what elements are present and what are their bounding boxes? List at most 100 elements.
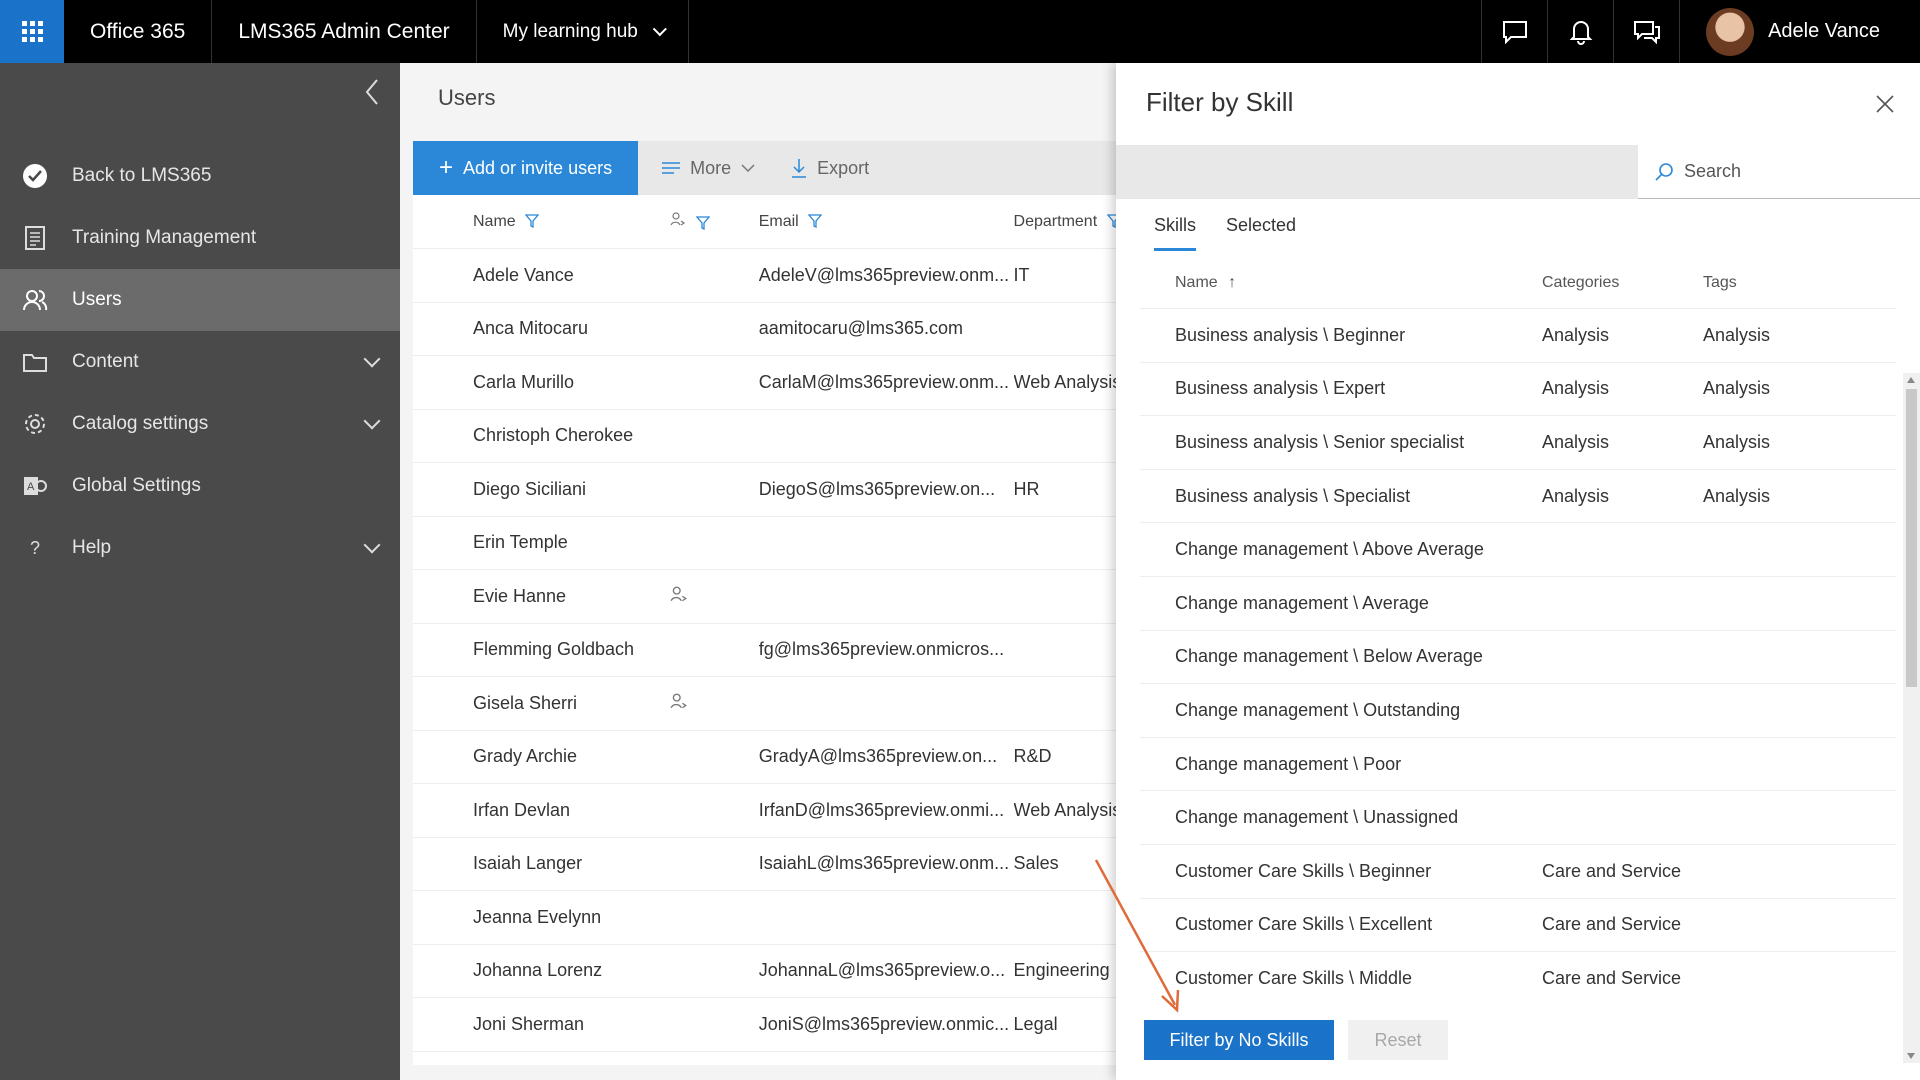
- office-365-link[interactable]: Office 365: [64, 0, 213, 63]
- skill-row[interactable]: Change management \ Poor: [1140, 738, 1896, 792]
- panel-search-bar: Search: [1116, 145, 1920, 199]
- table-row[interactable]: Gisela Sherri: [413, 677, 1133, 731]
- skill-row[interactable]: Change management \ Average: [1140, 577, 1896, 631]
- table-row[interactable]: Carla Murillo CarlaM@lms365preview.onm...…: [413, 356, 1133, 410]
- skill-row[interactable]: Business analysis \ Senior specialist Ana…: [1140, 416, 1896, 470]
- skill-tag-cell: Analysis: [1703, 485, 1771, 506]
- column-header-email[interactable]: Email: [759, 213, 1014, 231]
- skill-row[interactable]: Change management \ Outstanding: [1140, 684, 1896, 738]
- notifications-button[interactable]: [1547, 0, 1613, 63]
- more-button[interactable]: More: [650, 141, 767, 195]
- table-row[interactable]: Grady Archie GradyA@lms365preview.on... R&…: [413, 731, 1133, 784]
- skill-category-cell: Care and Service: [1542, 967, 1682, 988]
- filter-icon[interactable]: [525, 214, 540, 229]
- sidebar: Back to LMS365 Training Management Users…: [0, 63, 400, 1080]
- sidebar-item-global-settings[interactable]: A Global Settings: [0, 455, 400, 517]
- chevron-down-icon[interactable]: [363, 536, 381, 554]
- sidebar-item-label: Catalog settings: [72, 413, 209, 434]
- admin-center-link[interactable]: LMS365 Admin Center: [212, 0, 477, 63]
- panel-scrollbar[interactable]: [1903, 373, 1920, 1063]
- skill-row[interactable]: Change management \ Above Average: [1140, 523, 1896, 577]
- sidebar-item-label: Back to LMS365: [72, 165, 212, 186]
- sidebar-item-users[interactable]: Users: [0, 269, 400, 331]
- add-users-label: Add or invite users: [463, 157, 613, 178]
- add-users-button[interactable]: + Add or invite users: [413, 141, 639, 195]
- table-row[interactable]: Irfan Devlan IrfanD@lms365preview.onmi...…: [413, 784, 1133, 838]
- skill-row[interactable]: Business analysis \ Specialist Analysis An…: [1140, 470, 1896, 524]
- skill-row[interactable]: Change management \ Below Average: [1140, 631, 1896, 685]
- column-header-categories[interactable]: Categories: [1542, 274, 1703, 292]
- close-icon[interactable]: [1874, 93, 1896, 115]
- email-cell: GradyA@lms365preview.on...: [758, 746, 998, 767]
- filter-icon[interactable]: [808, 214, 823, 229]
- table-row[interactable]: Evie Hanne: [413, 570, 1133, 624]
- skill-name-cell: Business analysis \ Senior specialist: [1175, 431, 1465, 452]
- skill-row[interactable]: Change management \ Unassigned: [1140, 791, 1896, 845]
- skill-row[interactable]: Business analysis \ Beginner Analysis Anal…: [1140, 309, 1896, 363]
- column-header-external[interactable]: [670, 211, 759, 232]
- table-row[interactable]: Flemming Goldbach fg@lms365preview.onmicr…: [413, 624, 1133, 677]
- sidebar-item-training[interactable]: Training Management: [0, 207, 400, 269]
- table-row[interactable]: Diego Siciliani DiegoS@lms365preview.on..…: [413, 463, 1133, 517]
- sidebar-item-content[interactable]: Content: [0, 331, 400, 393]
- export-button[interactable]: Export: [779, 141, 881, 195]
- scroll-down-icon[interactable]: [1907, 1053, 1915, 1059]
- feedback-button[interactable]: [1481, 0, 1547, 63]
- scroll-thumb[interactable]: [1906, 389, 1917, 687]
- email-cell: JoniS@lms365preview.onmic...: [758, 1013, 1010, 1034]
- collapse-sidebar-icon[interactable]: [362, 77, 382, 107]
- top-bar: Office 365 LMS365 Admin Center My learni…: [0, 0, 1920, 63]
- chevron-down-icon[interactable]: [363, 412, 381, 430]
- skill-name-cell: Business analysis \ Specialist: [1175, 485, 1411, 506]
- command-bar: + Add or invite users More Export: [413, 141, 1133, 195]
- table-row[interactable]: Jeanna Evelynn: [413, 891, 1133, 945]
- table-row[interactable]: Adele Vance AdeleV@lms365preview.onm... IT: [413, 249, 1133, 303]
- table-row[interactable]: Isaiah Langer IsaiahL@lms365preview.onm..…: [413, 838, 1133, 891]
- filter-by-no-skills-button[interactable]: Filter by No Skills: [1144, 1020, 1334, 1060]
- skill-row[interactable]: Customer Care Skills \ Middle Care and Se…: [1140, 952, 1896, 1001]
- skill-tag-cell: Analysis: [1703, 324, 1771, 345]
- table-row[interactable]: Joni Sherman JoniS@lms365preview.onmic...…: [413, 998, 1133, 1052]
- conversations-button[interactable]: [1613, 0, 1679, 63]
- reset-button[interactable]: Reset: [1348, 1020, 1448, 1060]
- tab-skills[interactable]: Skills: [1154, 215, 1197, 251]
- search-input[interactable]: Search: [1638, 145, 1920, 199]
- column-header-skill-name[interactable]: Name ↑: [1140, 274, 1542, 292]
- skill-name-cell: Change management \ Poor: [1175, 753, 1402, 774]
- skill-name-cell: Change management \ Below Average: [1175, 646, 1483, 667]
- skill-row[interactable]: Customer Care Skills \ Beginner Care and …: [1140, 845, 1896, 899]
- sidebar-item-catalog-settings[interactable]: Catalog settings: [0, 393, 400, 455]
- user-name-cell: Erin Temple: [473, 532, 568, 553]
- skill-category-cell: Care and Service: [1542, 914, 1682, 935]
- skill-tag-cell: Analysis: [1703, 431, 1771, 452]
- sidebar-item-help[interactable]: ? Help: [0, 517, 400, 579]
- column-header-tags[interactable]: Tags: [1703, 274, 1863, 292]
- export-label: Export: [817, 157, 870, 178]
- check-circle-icon: [23, 164, 47, 188]
- chevron-down-icon[interactable]: [363, 350, 381, 368]
- user-name-cell: Irfan Devlan: [473, 799, 571, 820]
- skill-row[interactable]: Customer Care Skills \ Excellent Care and…: [1140, 899, 1896, 953]
- user-name-cell: Joni Sherman: [473, 1013, 585, 1034]
- table-row[interactable]: Christoph Cherokee: [413, 410, 1133, 463]
- external-cell: [670, 585, 759, 608]
- table-row[interactable]: Erin Temple: [413, 517, 1133, 570]
- filter-icon[interactable]: [695, 216, 710, 230]
- hub-dropdown[interactable]: My learning hub: [477, 0, 689, 63]
- column-header-name[interactable]: Name: [413, 213, 670, 231]
- user-menu[interactable]: Adele Vance: [1679, 0, 1920, 63]
- app-launcher-button[interactable]: [0, 0, 64, 63]
- email-cell: aamitocaru@lms365.com: [758, 318, 964, 339]
- skills-table: Name ↑ Categories Tags Business analysis…: [1140, 257, 1896, 1001]
- table-body: Adele Vance AdeleV@lms365preview.onm... IT…: [413, 249, 1133, 1052]
- scroll-up-icon[interactable]: [1907, 377, 1915, 383]
- tab-selected[interactable]: Selected: [1226, 215, 1296, 251]
- plus-icon: +: [439, 154, 454, 181]
- table-row[interactable]: Anca Mitocaru aamitocaru@lms365.com: [413, 303, 1133, 356]
- skill-row[interactable]: Business analysis \ Expert Analysis Analys…: [1140, 363, 1896, 417]
- external-user-icon: [670, 693, 688, 709]
- skill-name-cell: Change management \ Unassigned: [1175, 807, 1459, 828]
- sidebar-item-back[interactable]: Back to LMS365: [0, 145, 400, 207]
- table-row[interactable]: Johanna Lorenz JohannaL@lms365preview.o..…: [413, 945, 1133, 998]
- skill-name-cell: Customer Care Skills \ Excellent: [1175, 914, 1433, 935]
